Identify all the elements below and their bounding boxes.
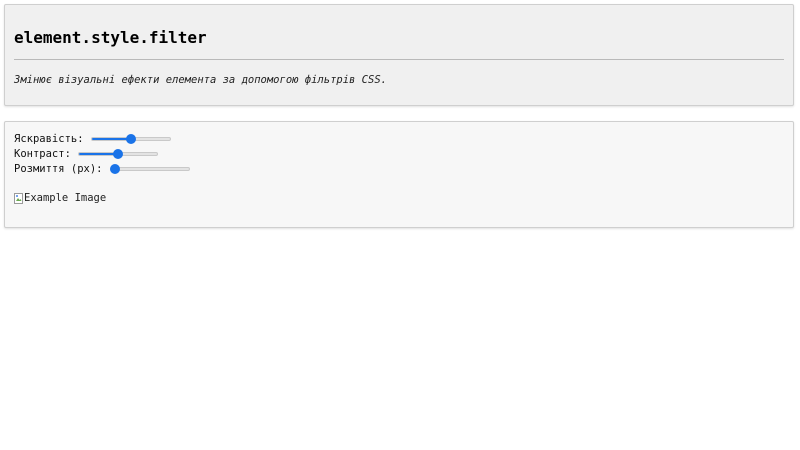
- page-description: Змінює візуальні ефекти елемента за допо…: [14, 74, 387, 86]
- controls-card: Яскравість: Контраст: Розмиття (px): Exa…: [4, 121, 794, 228]
- contrast-label: Контраст:: [14, 148, 71, 160]
- blur-control: Розмиття (px):: [14, 162, 190, 176]
- example-image-alt-text: Example Image: [24, 192, 107, 204]
- contrast-slider-thumb[interactable]: [112, 149, 123, 159]
- brightness-label: Яскравість:: [14, 133, 84, 145]
- contrast-slider[interactable]: [77, 148, 158, 160]
- blur-label: Розмиття (px):: [14, 163, 103, 175]
- example-image: Example Image: [14, 191, 106, 205]
- brightness-slider-thumb[interactable]: [125, 134, 136, 144]
- header-card: element.style.filter Змінює візуальні еф…: [4, 4, 794, 106]
- blur-slider-track[interactable]: [109, 167, 190, 171]
- page-title: element.style.filter: [14, 28, 207, 47]
- contrast-control: Контраст:: [14, 147, 158, 161]
- brightness-control: Яскравість:: [14, 132, 171, 146]
- brightness-slider[interactable]: [90, 133, 171, 145]
- blur-slider-thumb[interactable]: [109, 164, 120, 174]
- divider: [14, 59, 784, 60]
- blur-slider[interactable]: [109, 163, 190, 175]
- broken-image-icon: [14, 192, 23, 204]
